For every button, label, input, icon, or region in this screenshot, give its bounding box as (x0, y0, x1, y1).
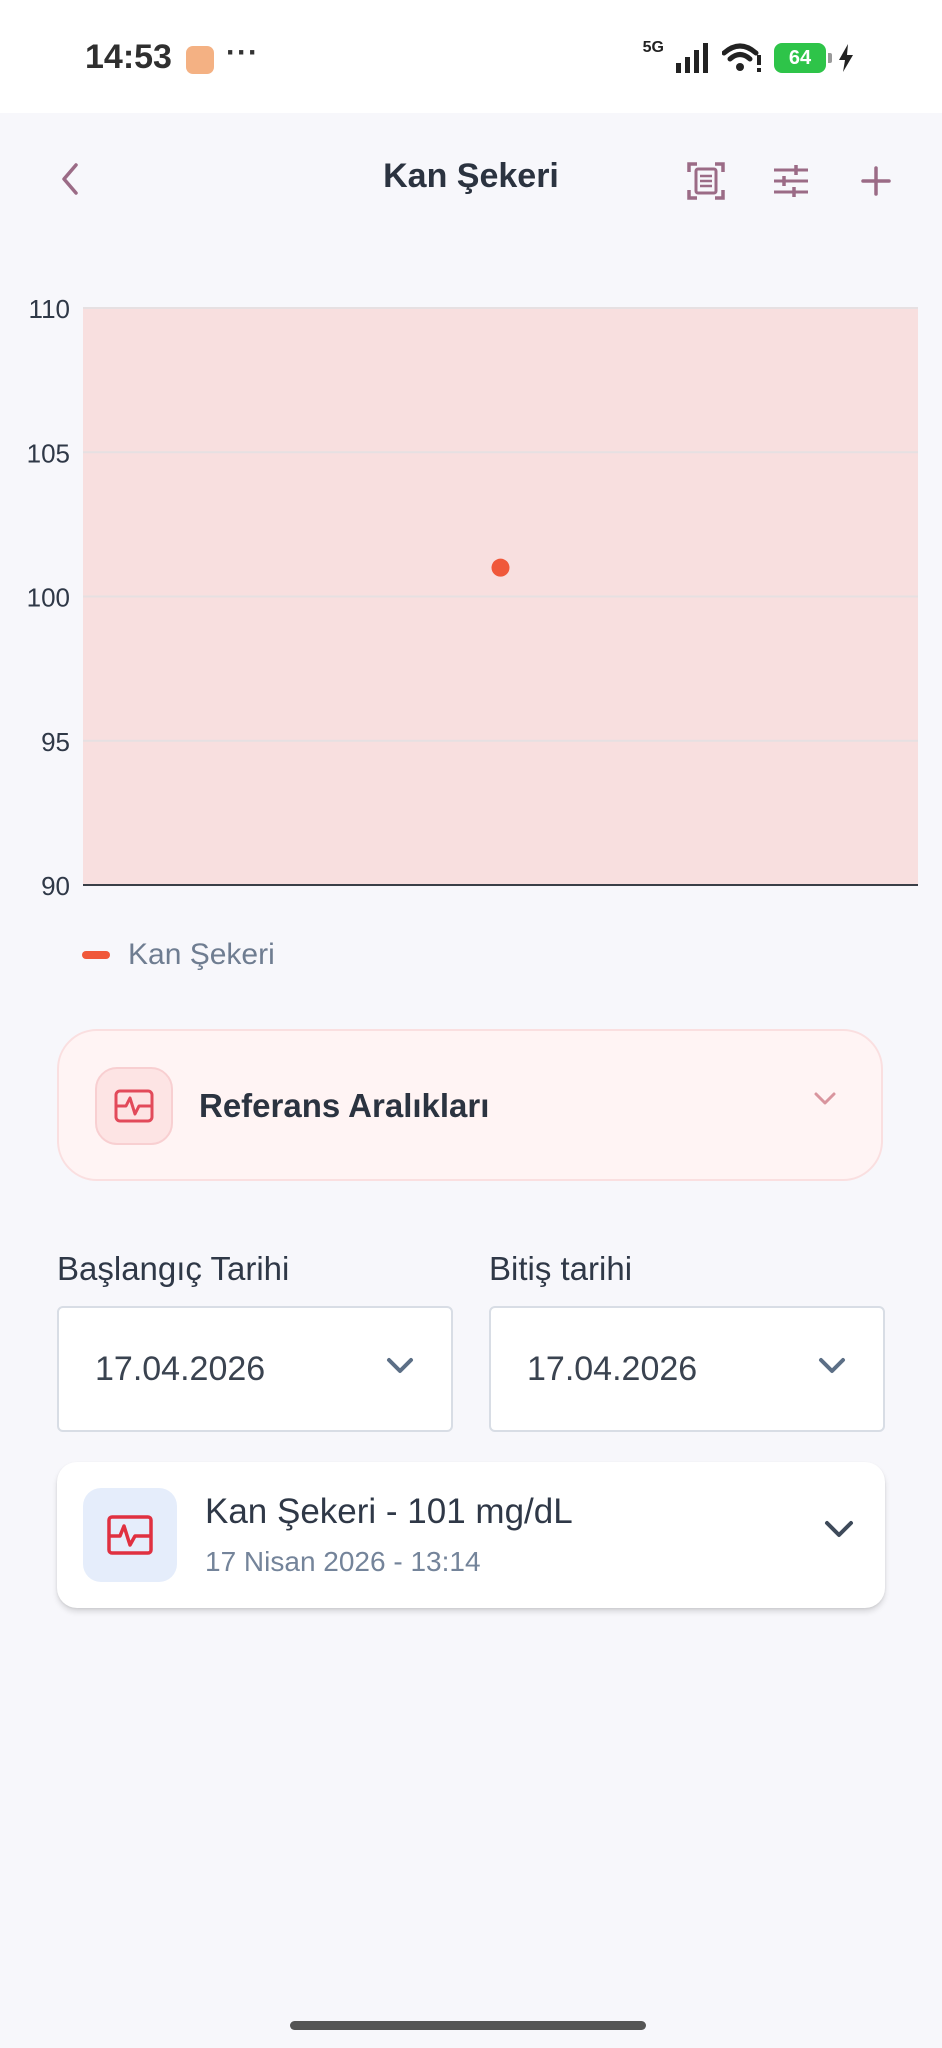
reference-icon-box (95, 1067, 173, 1145)
reference-ranges-card[interactable]: Referans Aralıkları (57, 1029, 883, 1181)
tune-icon (774, 165, 808, 197)
chevron-down-icon (814, 1092, 836, 1105)
filter-button[interactable] (765, 155, 817, 207)
data-point (491, 558, 510, 577)
legend-swatch (82, 951, 110, 959)
chevron-down-icon (387, 1358, 413, 1373)
entry-icon-box (83, 1488, 177, 1582)
blood-sugar-chart: 110 105 100 95 90 (0, 280, 942, 920)
scan-report-button[interactable] (680, 155, 732, 207)
y-tick-label: 95 (41, 727, 70, 757)
start-date-value: 17.04.2026 (95, 1350, 266, 1388)
end-date-picker[interactable]: 17.04.2026 (489, 1306, 885, 1432)
chart-canvas: 110 105 100 95 90 (27, 294, 918, 901)
status-bar: 14:53 ··· 5G 64 (0, 0, 942, 113)
y-tick-label: 105 (27, 438, 70, 468)
start-date-picker[interactable]: 17.04.2026 (57, 1306, 453, 1432)
chevron-down-icon (819, 1358, 845, 1373)
start-date-label: Başlangıç Tarihi (57, 1250, 290, 1287)
more-notifications-icon: ··· (226, 36, 259, 69)
signal-icon (676, 43, 708, 73)
battery-indicator: 64 (774, 43, 832, 73)
heart-monitor-icon (107, 1515, 153, 1555)
charging-bolt-icon (839, 44, 853, 72)
heart-monitor-icon (114, 1089, 154, 1123)
notification-app-icon (186, 46, 214, 74)
chevron-down-icon (825, 1521, 853, 1537)
network-label: 5G (642, 39, 664, 56)
measurement-entry-card[interactable]: Kan Şekeri - 101 mg/dL 17 Nisan 2026 - 1… (57, 1462, 885, 1608)
chart-legend: Kan Şekeri (82, 938, 275, 972)
home-indicator[interactable] (290, 2021, 646, 2030)
y-tick-label: 110 (29, 294, 70, 324)
add-button[interactable] (850, 155, 902, 207)
plus-icon (861, 166, 891, 196)
status-time: 14:53 (85, 38, 172, 76)
y-tick-label: 90 (41, 871, 70, 901)
scan-document-icon (687, 162, 725, 200)
wifi-icon (722, 43, 761, 72)
entry-datetime: 17 Nisan 2026 - 13:14 (205, 1546, 481, 1577)
status-indicators: 5G 64 (642, 39, 854, 76)
y-tick-label: 100 (27, 583, 70, 613)
app-bar: Kan Şekeri (0, 113, 942, 245)
reference-ranges-title: Referans Aralıkları (199, 1087, 490, 1124)
entry-title: Kan Şekeri - 101 mg/dL (205, 1492, 573, 1531)
legend-label: Kan Şekeri (128, 938, 275, 971)
end-date-label: Bitiş tarihi (489, 1250, 633, 1287)
end-date-value: 17.04.2026 (527, 1350, 698, 1388)
